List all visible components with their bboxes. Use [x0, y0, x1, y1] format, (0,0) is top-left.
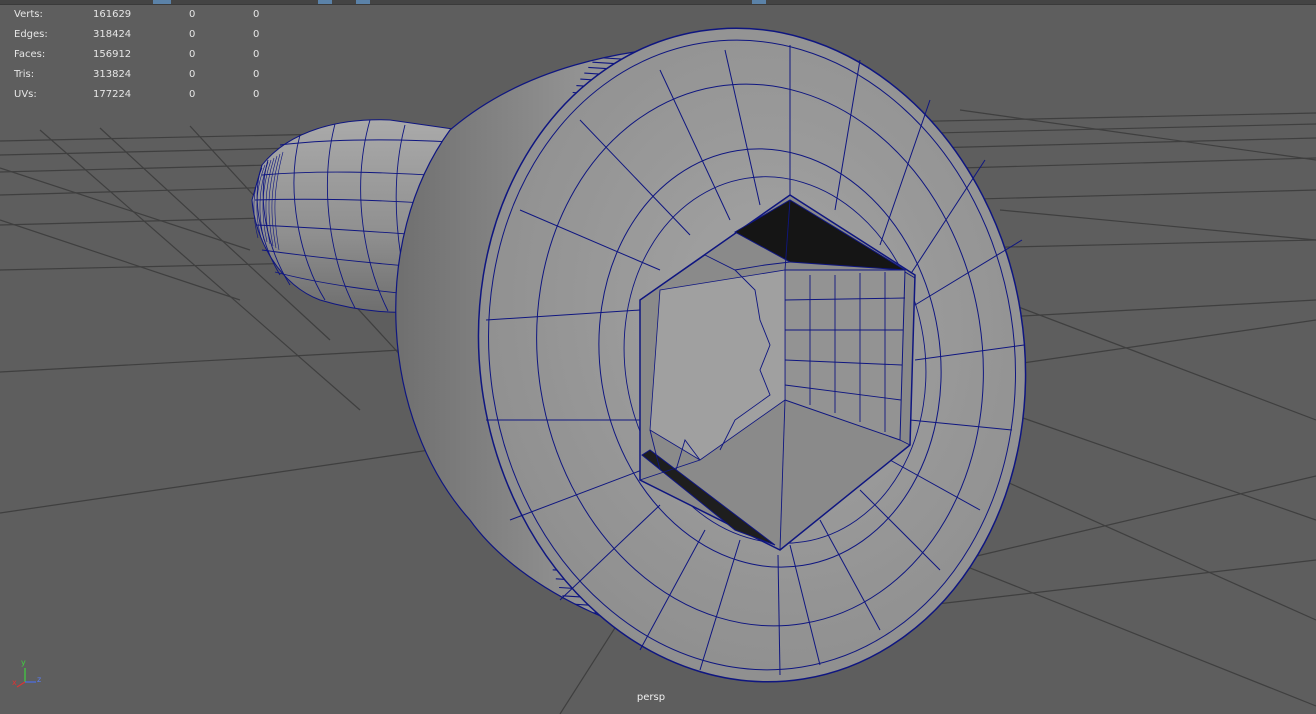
hud-label: Tris:	[14, 69, 35, 80]
hud-total: 156912	[93, 49, 132, 60]
hud-total: 313824	[93, 69, 132, 80]
hud-third: 0	[253, 89, 260, 100]
hud-label: Edges:	[14, 29, 48, 40]
hud-total: 161629	[93, 9, 132, 20]
camera-name-label: persp	[636, 692, 666, 703]
toolbar-button[interactable]	[318, 0, 332, 4]
axis-x-label: x	[12, 678, 17, 687]
perspective-viewport[interactable]: Verts: 161629 0 0 Edges: 318424 0 0 Face…	[0, 0, 1316, 714]
hud-row-faces: Faces: 156912 0 0	[14, 45, 284, 65]
view-axis-gizmo: y x z	[10, 658, 50, 690]
hud-selected: 0	[189, 89, 196, 100]
hud-total: 318424	[93, 29, 132, 40]
hud-selected: 0	[189, 29, 196, 40]
hud-label: UVs:	[14, 89, 37, 100]
toolbar-button[interactable]	[153, 0, 171, 4]
axis-y-label: y	[21, 658, 26, 667]
hud-selected: 0	[189, 49, 196, 60]
hud-total: 177224	[93, 89, 132, 100]
toolbar-button[interactable]	[752, 0, 766, 4]
axis-z-label: z	[37, 675, 42, 684]
hud-third: 0	[253, 9, 260, 20]
hud-row-verts: Verts: 161629 0 0	[14, 5, 284, 25]
poly-count-hud: Verts: 161629 0 0 Edges: 318424 0 0 Face…	[14, 5, 284, 105]
hud-row-tris: Tris: 313824 0 0	[14, 65, 284, 85]
hud-selected: 0	[189, 69, 196, 80]
hud-label: Faces:	[14, 49, 46, 60]
hud-third: 0	[253, 69, 260, 80]
scene-canvas[interactable]	[0, 0, 1316, 714]
x-axis-line	[16, 681, 26, 688]
hud-third: 0	[253, 29, 260, 40]
hud-row-edges: Edges: 318424 0 0	[14, 25, 284, 45]
hud-label: Verts:	[14, 9, 43, 20]
hud-row-uvs: UVs: 177224 0 0	[14, 85, 284, 105]
toolbar-button[interactable]	[356, 0, 370, 4]
hud-third: 0	[253, 49, 260, 60]
hud-selected: 0	[189, 9, 196, 20]
